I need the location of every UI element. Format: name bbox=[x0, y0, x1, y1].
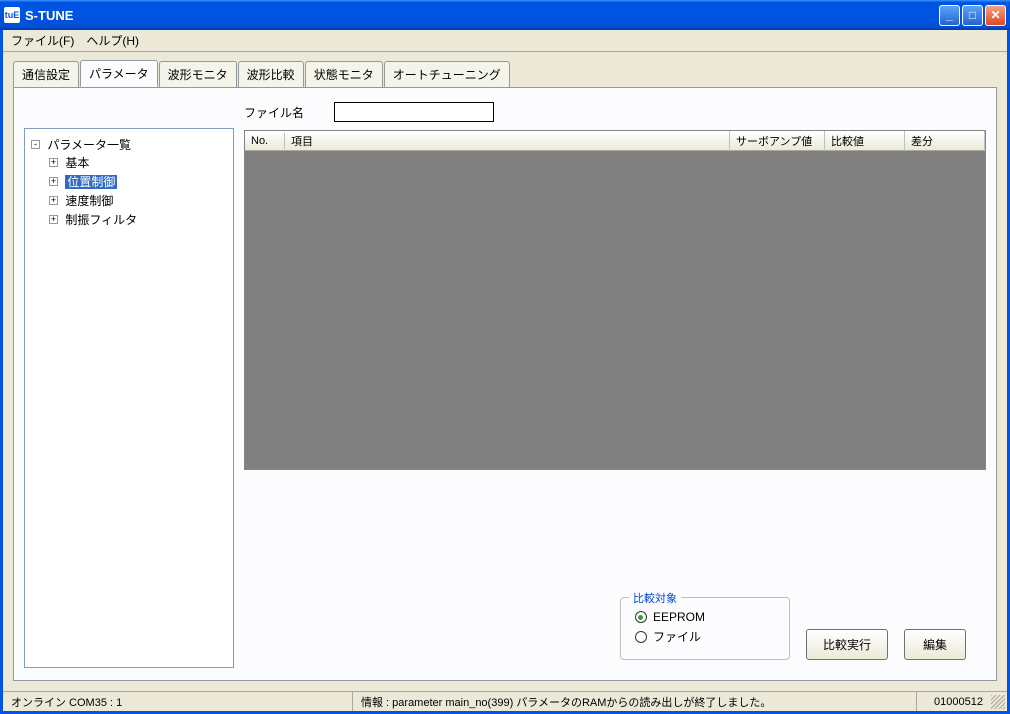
col-item[interactable]: 項目 bbox=[285, 131, 730, 151]
tree-item-label[interactable]: 制振フィルタ bbox=[65, 213, 137, 227]
menubar: ファイル(F) ヘルプ(H) bbox=[3, 30, 1007, 52]
tab-auto-tuning[interactable]: オートチューニング bbox=[384, 61, 510, 88]
col-cmp[interactable]: 比較値 bbox=[825, 131, 905, 151]
expand-icon[interactable]: + bbox=[49, 158, 58, 167]
tab-wave-compare[interactable]: 波形比較 bbox=[238, 61, 304, 88]
tree-item-speed[interactable]: + 速度制御 bbox=[49, 191, 227, 210]
tab-strip: 通信設定 パラメータ 波形モニタ 波形比較 状態モニタ オートチューニング bbox=[3, 52, 1007, 87]
app-icon: tuE bbox=[4, 7, 20, 23]
filename-input[interactable] bbox=[334, 102, 494, 122]
col-diff[interactable]: 差分 bbox=[905, 131, 985, 151]
expand-icon[interactable]: + bbox=[49, 215, 58, 224]
titlebar: tuE S-TUNE _ □ ✕ bbox=[0, 0, 1010, 30]
col-amp[interactable]: サーボアンプ値 bbox=[730, 131, 825, 151]
tree-item-vibration-filter[interactable]: + 制振フィルタ bbox=[49, 210, 227, 229]
tab-parameter[interactable]: パラメータ bbox=[80, 60, 158, 87]
compare-button[interactable]: 比較実行 bbox=[806, 629, 888, 660]
table-header-row: No. 項目 サーボアンプ値 比較値 差分 bbox=[245, 131, 985, 151]
tree-item-label[interactable]: 速度制御 bbox=[65, 194, 113, 208]
collapse-icon[interactable]: - bbox=[31, 140, 40, 149]
radio-eeprom-row[interactable]: EEPROM bbox=[635, 610, 775, 624]
minimize-button[interactable]: _ bbox=[939, 5, 960, 26]
tab-status-monitor[interactable]: 状態モニタ bbox=[305, 61, 383, 88]
menu-file[interactable]: ファイル(F) bbox=[11, 32, 74, 49]
radio-file[interactable] bbox=[635, 631, 647, 643]
tab-content: - パラメータ一覧 + 基本 + 位置制御 bbox=[13, 87, 997, 681]
parameter-table[interactable]: No. 項目 サーボアンプ値 比較値 差分 bbox=[244, 130, 986, 470]
filename-label: ファイル名 bbox=[244, 104, 304, 121]
expand-icon[interactable]: + bbox=[49, 196, 58, 205]
compare-target-group: 比較対象 EEPROM ファイル bbox=[620, 597, 790, 660]
resize-grip-icon[interactable] bbox=[991, 695, 1005, 709]
tree-item-position[interactable]: + 位置制御 bbox=[49, 172, 227, 191]
tab-comm-settings[interactable]: 通信設定 bbox=[13, 61, 79, 88]
tree-root-label[interactable]: パラメータ一覧 bbox=[47, 138, 131, 152]
statusbar: オンライン COM35 : 1 情報 : parameter main_no(3… bbox=[3, 691, 1007, 711]
close-button[interactable]: ✕ bbox=[985, 5, 1006, 26]
compare-target-title: 比較対象 bbox=[629, 590, 681, 606]
menu-help[interactable]: ヘルプ(H) bbox=[86, 32, 139, 49]
radio-file-label: ファイル bbox=[653, 628, 701, 645]
window-title: S-TUNE bbox=[25, 8, 939, 23]
tree-item-label[interactable]: 基本 bbox=[65, 156, 89, 170]
tree-root-node[interactable]: - パラメータ一覧 + 基本 + 位置制御 bbox=[31, 135, 227, 230]
parameter-tree[interactable]: - パラメータ一覧 + 基本 + 位置制御 bbox=[24, 128, 234, 668]
radio-eeprom-label: EEPROM bbox=[653, 610, 705, 624]
radio-eeprom[interactable] bbox=[635, 611, 647, 623]
edit-button[interactable]: 編集 bbox=[904, 629, 966, 660]
status-message: 情報 : parameter main_no(399) パラメータのRAMからの… bbox=[353, 692, 917, 711]
tree-item-label[interactable]: 位置制御 bbox=[65, 175, 117, 189]
tree-item-basic[interactable]: + 基本 bbox=[49, 153, 227, 172]
expand-icon[interactable]: + bbox=[49, 177, 58, 186]
status-connection: オンライン COM35 : 1 bbox=[3, 692, 353, 711]
maximize-button[interactable]: □ bbox=[962, 5, 983, 26]
tab-wave-monitor[interactable]: 波形モニタ bbox=[159, 61, 237, 88]
radio-file-row[interactable]: ファイル bbox=[635, 628, 775, 645]
col-no[interactable]: No. bbox=[245, 133, 285, 149]
